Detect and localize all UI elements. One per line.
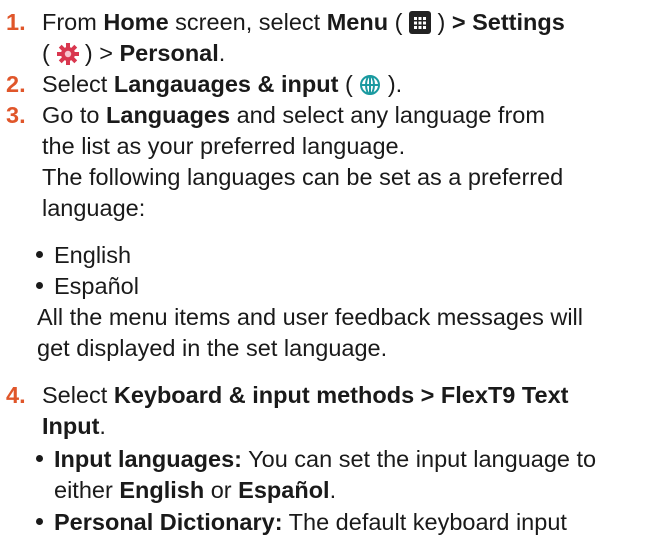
text: The default keyboard input bbox=[282, 509, 567, 535]
step-number: 3. bbox=[6, 102, 26, 128]
step-3-line-4: language: bbox=[42, 195, 146, 221]
personal-label: Personal bbox=[119, 40, 219, 66]
text: . bbox=[99, 413, 106, 439]
bullet-label: Personal Dictionary: bbox=[54, 509, 283, 535]
paren-close: ) > bbox=[78, 40, 120, 66]
keyboard-path-label: Keyboard & input methods > FlexT9 Text bbox=[113, 382, 569, 408]
step-1-line-2: ( ) > Personal. bbox=[42, 38, 225, 69]
bullet-input-languages-line-2: either English or Español. bbox=[54, 475, 336, 506]
step-number: 2. bbox=[6, 71, 26, 97]
text: or bbox=[204, 477, 239, 503]
menu-grid-icon bbox=[408, 10, 431, 34]
bullet-dot bbox=[36, 518, 43, 526]
bullet-dot bbox=[36, 282, 43, 290]
settings-label: > Settings bbox=[451, 9, 565, 35]
text: screen, select bbox=[168, 9, 327, 35]
paren-close: ) bbox=[430, 9, 452, 35]
bullet-dot bbox=[36, 251, 43, 259]
input-label: Input bbox=[42, 413, 100, 439]
paren-open: ( bbox=[338, 71, 360, 97]
home-label: Home bbox=[103, 9, 169, 35]
step-2-line-1: Select Langauages & input ( ). bbox=[42, 69, 402, 100]
text: and select any language from bbox=[230, 102, 545, 128]
step-3-line-2: the list as your preferred language. bbox=[42, 133, 406, 159]
instructions-page: 1. From Home screen, select Menu ( ) > S… bbox=[0, 0, 659, 535]
text: Select bbox=[42, 382, 114, 408]
bullet-english: English bbox=[36, 240, 131, 271]
step-number: 1. bbox=[6, 9, 26, 35]
step-4-line-2: Input. bbox=[42, 411, 106, 442]
text: either bbox=[54, 477, 120, 503]
step-3-line-1: Go to Languages and select any language … bbox=[42, 100, 545, 131]
bullet-espanol: Español bbox=[36, 271, 139, 302]
bullet-input-languages: Input languages: You can set the input l… bbox=[36, 444, 596, 475]
bullet-label: Input languages: bbox=[54, 446, 242, 472]
bullet-text: Español bbox=[54, 273, 139, 299]
english-label: English bbox=[119, 477, 205, 503]
paren-open: ( bbox=[388, 9, 409, 35]
step-3-line-5: All the menu items and user feedback mes… bbox=[37, 304, 583, 330]
paren-close: ). bbox=[381, 71, 403, 97]
step-3-line-6: get displayed in the set language. bbox=[37, 335, 388, 361]
paren-open: ( bbox=[42, 40, 57, 66]
languages-label: Languages bbox=[106, 102, 231, 128]
bullet-text: English bbox=[54, 242, 132, 268]
bullet-dot bbox=[36, 455, 43, 463]
step-4-line-1: Select Keyboard & input methods > FlexT9… bbox=[42, 380, 568, 411]
text: Go to bbox=[42, 102, 107, 128]
languages-input-label: Langauages & input bbox=[113, 71, 339, 97]
bullet-personal-dictionary: Personal Dictionary: The default keyboar… bbox=[36, 507, 567, 538]
espanol-label: Español bbox=[238, 477, 330, 503]
step-3-line-3: The following languages can be set as a … bbox=[42, 164, 564, 190]
text: . bbox=[218, 40, 226, 66]
text: Select bbox=[42, 71, 114, 97]
text: From bbox=[42, 9, 104, 35]
text: You can set the input language to bbox=[242, 446, 597, 472]
globe-icon bbox=[359, 73, 381, 95]
step-number: 4. bbox=[6, 382, 26, 408]
text: . bbox=[329, 477, 337, 503]
settings-gear-icon bbox=[56, 42, 80, 65]
step-1-line-1: From Home screen, select Menu ( ) > Sett… bbox=[42, 7, 565, 38]
menu-label: Menu bbox=[326, 9, 389, 35]
